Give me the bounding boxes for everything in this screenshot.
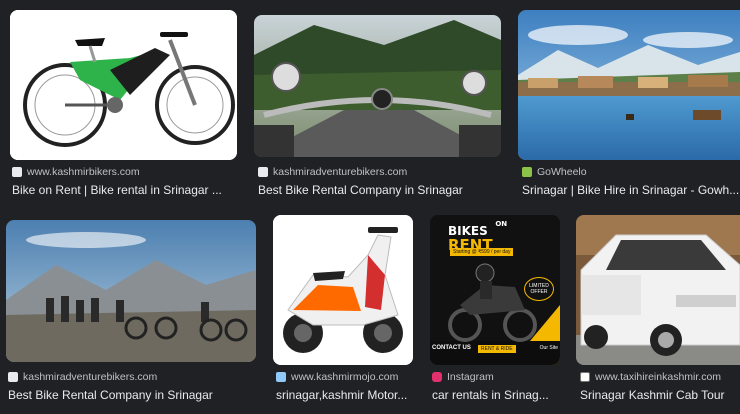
result-source[interactable]: www.taxihireinkashmir.com xyxy=(595,371,721,383)
result-image-1[interactable] xyxy=(10,10,237,160)
result-title[interactable]: Bike on Rent | Bike rental in Srinagar .… xyxy=(12,183,238,197)
result-image-6[interactable]: BIKES ON RENT Starting @ ₹599 / per day … xyxy=(430,215,560,365)
mojo-icon xyxy=(276,372,286,382)
result-source[interactable]: kashmiradventurebikers.com xyxy=(273,166,407,178)
result-image-7[interactable] xyxy=(576,215,740,365)
result-source[interactable]: www.kashmirbikers.com xyxy=(27,166,140,178)
taxi-icon xyxy=(580,372,590,382)
result-source[interactable]: kashmiradventurebikers.com xyxy=(23,371,157,383)
instagram-icon xyxy=(432,372,442,382)
result-source[interactable]: Instagram xyxy=(447,371,494,383)
result-title[interactable]: Best Bike Rental Company in Srinagar xyxy=(8,388,256,402)
result-title[interactable]: Srinagar | Bike Hire in Srinagar - Gowh.… xyxy=(522,183,740,197)
poster-contact: CONTACT US xyxy=(432,345,471,351)
result-title[interactable]: srinagar,kashmir Motor... xyxy=(276,388,416,402)
site-icon xyxy=(258,167,268,177)
gowheelo-icon xyxy=(522,167,532,177)
result-image-3[interactable] xyxy=(518,10,740,160)
result-title[interactable]: Srinagar Kashmir Cab Tour xyxy=(580,388,740,402)
result-source[interactable]: GoWheelo xyxy=(537,166,587,178)
poster-price: Starting @ ₹599 / per day xyxy=(450,248,514,256)
poster-line2: ON xyxy=(495,220,508,228)
result-image-5[interactable] xyxy=(273,215,413,365)
poster-cta: RENT & RIDE xyxy=(478,345,516,353)
globe-icon xyxy=(12,167,22,177)
result-source[interactable]: www.kashmirmojo.com xyxy=(291,371,398,383)
poster-site: Our Site xyxy=(539,345,558,351)
result-image-4[interactable] xyxy=(6,220,256,362)
site-icon xyxy=(8,372,18,382)
result-title[interactable]: Best Bike Rental Company in Srinagar xyxy=(258,183,502,197)
result-image-2[interactable] xyxy=(254,15,501,157)
poster-offer: LIMITED OFFER xyxy=(524,277,554,301)
result-title[interactable]: car rentals in Srinag... xyxy=(432,388,562,402)
